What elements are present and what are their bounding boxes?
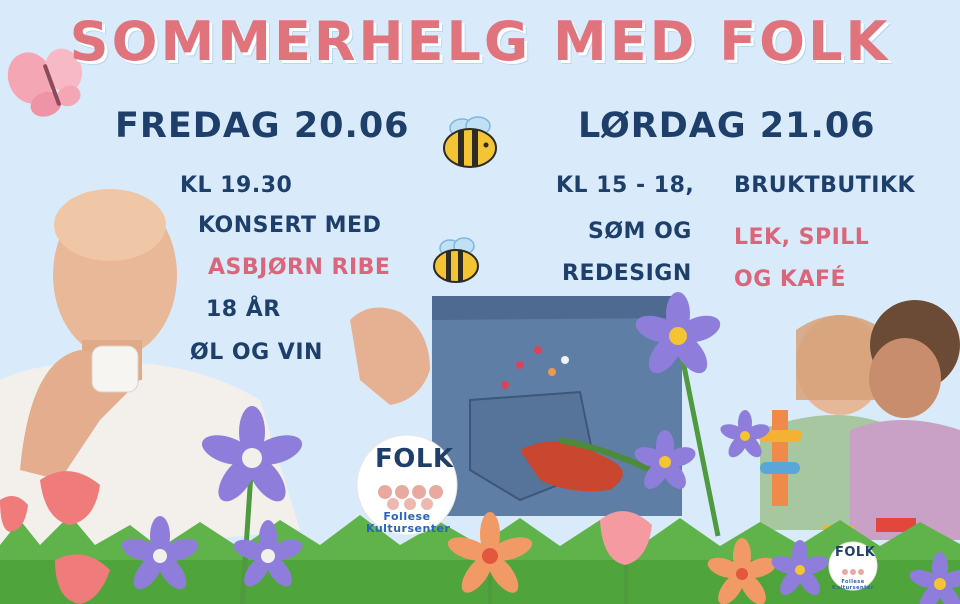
small-logo-name-line2: Kultursenter (832, 585, 874, 591)
bee-icon (433, 237, 479, 283)
event-poster: SOMMERHELG MED FOLK FREDAG 20.06 KL 19.3… (0, 0, 960, 604)
family-photo (758, 300, 960, 540)
saturday-redesign: REDESIGN (562, 261, 692, 286)
saturday-shop: BRUKTBUTIKK (734, 173, 916, 198)
friday-concert: KONSERT MED (198, 213, 382, 238)
saturday-heading: LØRDAG 21.06 (578, 106, 876, 146)
poster-title: SOMMERHELG MED FOLK (69, 10, 891, 73)
poster-artwork (0, 48, 960, 604)
logo-name-line2: Kultursenter (366, 522, 451, 535)
friday-drinks: ØL OG VIN (190, 340, 323, 365)
bee-icon (443, 116, 497, 168)
friday-artist: ASBJØRN RIBE (208, 255, 391, 280)
saturday-sewing: SØM OG (588, 219, 692, 244)
friday-time: KL 19.30 (180, 173, 293, 198)
friday-heading: FREDAG 20.06 (115, 106, 410, 146)
small-logo-mark: FOLK (835, 545, 876, 560)
saturday-cafe: OG KAFÉ (734, 267, 847, 292)
logo-mark: FOLK (375, 444, 454, 474)
friday-age: 18 ÅR (206, 297, 281, 322)
saturday-play: LEK, SPILL (734, 225, 870, 250)
saturday-time: KL 15 - 18, (556, 173, 695, 198)
